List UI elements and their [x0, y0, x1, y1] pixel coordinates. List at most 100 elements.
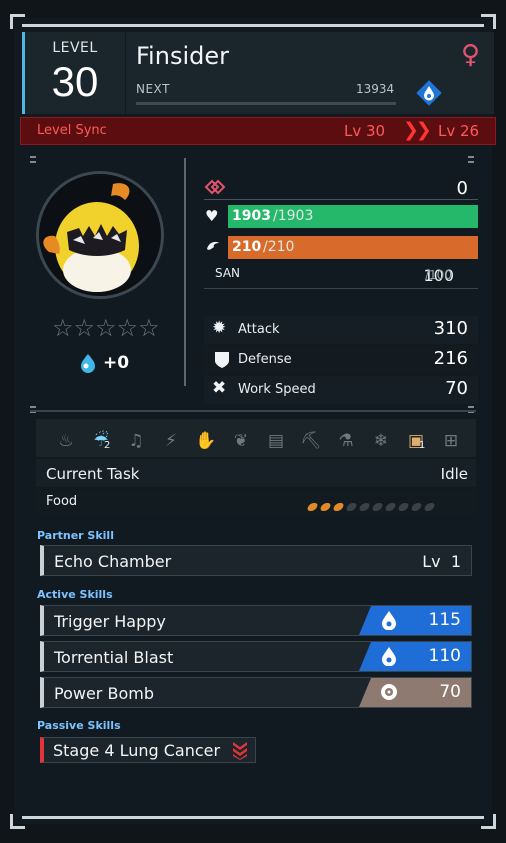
farming-icon[interactable]: ⊞	[440, 430, 462, 452]
tick-mark	[30, 406, 36, 408]
electricity-icon[interactable]: ⚡	[160, 430, 182, 452]
passive-skill-row[interactable]: Stage 4 Lung Cancer	[40, 737, 256, 763]
level-sync-bar: Level Sync Lv 30 ❯❯ Lv 26	[20, 117, 496, 145]
skill-element-tag: 70	[359, 678, 471, 707]
rank-down-icon	[233, 742, 247, 760]
pal-name[interactable]: Finsider	[136, 42, 229, 70]
gathering-icon[interactable]: ❦	[230, 430, 252, 452]
stamina-current: 210	[232, 239, 262, 255]
level-sync-label: Level Sync	[37, 123, 107, 138]
current-task-label: Current Task	[46, 465, 140, 483]
food-pip-filled	[306, 503, 319, 511]
attack-icon: ✹	[212, 318, 227, 338]
level-box: LEVEL 30	[22, 32, 125, 114]
food-label: Food	[46, 494, 78, 509]
workspeed-label: Work Speed	[238, 382, 316, 397]
active-skill-name: Power Bomb	[54, 684, 154, 703]
handiwork-icon[interactable]: ✋	[195, 430, 217, 452]
hunger-underline	[204, 199, 478, 200]
skill-power: 70	[439, 682, 461, 702]
food-pip-empty	[410, 503, 423, 511]
san-label: SAN	[215, 266, 241, 280]
skill-power: 110	[428, 646, 461, 666]
food-pip-empty	[397, 503, 410, 511]
stamina-max: /210	[263, 239, 295, 255]
planting-icon[interactable]: ♫	[125, 430, 147, 452]
hp-bar: 1903 /1903	[228, 205, 478, 228]
stamina-icon	[207, 241, 219, 250]
vertical-divider	[184, 158, 186, 386]
exp-progress-bar	[136, 102, 396, 105]
partner-skill-row[interactable]: Echo Chamber Lv 1	[40, 545, 472, 576]
food-pip-empty	[384, 503, 397, 511]
current-task-value: Idle	[440, 465, 468, 483]
transporting-level: 1	[419, 440, 426, 451]
hunger-icon	[204, 179, 226, 195]
frame-top-line	[22, 24, 484, 27]
food-pip-filled	[332, 503, 345, 511]
water-drop-icon	[382, 611, 396, 630]
tick-mark	[30, 156, 36, 158]
level-sync-from: Lv 30	[344, 122, 386, 140]
food-pip-empty	[345, 503, 358, 511]
active-skill-row[interactable]: Power Bomb 70	[40, 677, 472, 708]
double-chevron-icon: ❯❯	[403, 119, 432, 141]
defense-label: Defense	[238, 352, 292, 367]
neutral-element-icon	[381, 684, 397, 700]
skill-element-tag: 115	[359, 606, 471, 635]
cooling-icon[interactable]: ❄	[370, 430, 392, 452]
san-underline	[204, 288, 478, 289]
medicine-icon[interactable]: ⚗	[335, 430, 357, 452]
passive-skills-title: Passive Skills	[37, 719, 121, 732]
active-skill-row[interactable]: Trigger Happy 115	[40, 605, 472, 636]
mining-icon[interactable]: ⛏	[300, 430, 322, 452]
hunger-value: 0	[456, 178, 468, 199]
kindling-icon[interactable]: ♨	[55, 430, 77, 452]
partner-skill-title: Partner Skill	[37, 529, 114, 542]
female-icon: ♀	[460, 40, 480, 70]
partner-skill-level: Lv 1	[422, 552, 461, 571]
pal-portrait	[36, 171, 164, 299]
rank-stars: ☆☆☆☆☆	[52, 314, 160, 342]
current-task-row: Current Task Idle	[36, 459, 476, 487]
next-exp-value: 13934	[356, 82, 395, 96]
food-pip-empty	[371, 503, 384, 511]
workspeed-value: 70	[445, 378, 468, 399]
condense-value: +0	[103, 353, 130, 373]
lumbering-icon[interactable]: ▤	[265, 430, 287, 452]
frame-bottom-line	[22, 816, 484, 819]
level-label: LEVEL	[52, 40, 98, 56]
next-label: NEXT	[136, 82, 170, 96]
soul-condense-icon	[81, 354, 95, 373]
skill-element-tag: 110	[359, 642, 471, 671]
active-skill-name: Trigger Happy	[54, 612, 166, 631]
san-max: /100	[425, 268, 452, 282]
food-row: Food	[36, 490, 476, 514]
hp-max: /1903	[273, 208, 314, 224]
heart-icon: ♥	[205, 207, 219, 225]
tick-mark	[468, 156, 474, 158]
food-meter	[306, 496, 438, 515]
partner-skill-name: Echo Chamber	[54, 552, 172, 571]
food-pip-empty	[423, 503, 436, 511]
section-divider	[30, 410, 476, 412]
tick-mark	[30, 161, 36, 163]
attack-value: 310	[433, 318, 468, 339]
water-drop-icon	[382, 647, 396, 666]
active-skill-row[interactable]: Torrential Blast 110	[40, 641, 472, 672]
work-speed-icon: ✖	[212, 378, 227, 398]
passive-skill-name: Stage 4 Lung Cancer	[53, 741, 221, 760]
level-value: 30	[51, 58, 99, 105]
active-skills-title: Active Skills	[37, 588, 113, 601]
defense-value: 216	[433, 348, 468, 369]
shield-icon	[215, 352, 229, 368]
food-pip-filled	[319, 503, 332, 511]
level-sync-to: Lv 26	[438, 122, 480, 140]
attack-label: Attack	[238, 322, 280, 337]
water-element-icon	[416, 80, 442, 106]
finsider-image	[39, 174, 161, 296]
food-pip-empty	[358, 503, 371, 511]
hp-current: 1903	[232, 208, 271, 224]
watering-level: 2	[104, 440, 111, 451]
name-box: Finsider ♀ NEXT 13934	[126, 32, 494, 114]
